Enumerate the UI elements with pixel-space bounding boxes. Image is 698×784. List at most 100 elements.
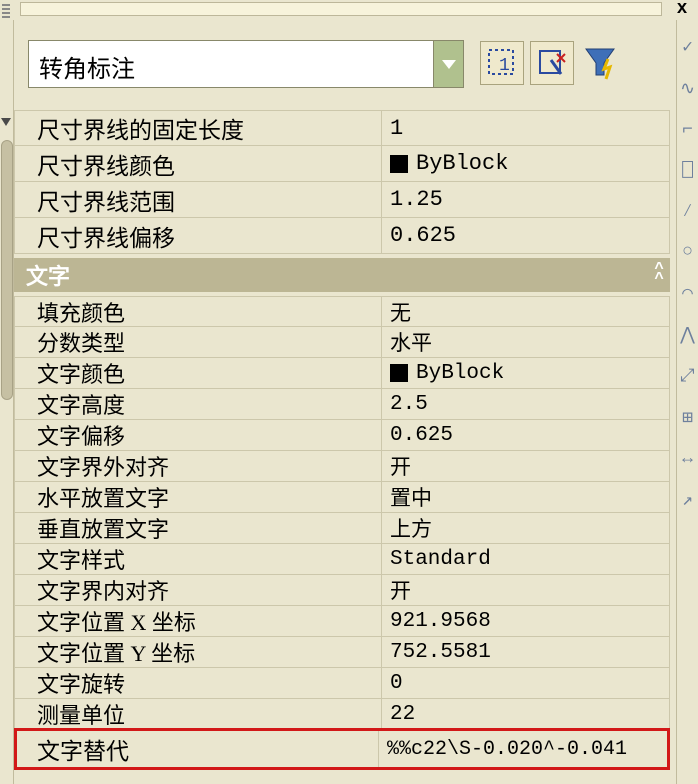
prop-label: 文字偏移: [14, 420, 382, 451]
table-row[interactable]: 尺寸界线的固定长度 1: [14, 110, 670, 146]
right-toolbar-peek: ✓ ∿ ⌐ ⎕ ∕ ○ ⌒ ⋀ ⤢ ⊞ ↔ ↗: [676, 20, 698, 784]
peek-icon: ⌐: [682, 120, 693, 140]
prop-label: 填充颜色: [14, 296, 382, 327]
color-swatch-icon: [390, 364, 408, 382]
prop-value[interactable]: 921.9568: [382, 606, 670, 637]
cursor-x-icon: [535, 46, 569, 80]
prop-label: 垂直放置文字: [14, 513, 382, 544]
table-row[interactable]: 文字偏移0.625: [14, 420, 670, 451]
table-row[interactable]: 尺寸界线颜色 ByBlock: [14, 146, 670, 182]
prop-value[interactable]: 0.625: [382, 218, 670, 254]
object-type-dropdown[interactable]: 转角标注: [28, 40, 464, 88]
selection-1-icon: 1: [485, 46, 519, 80]
peek-icon: ⎕: [682, 160, 693, 182]
prop-value-text: ByBlock: [416, 151, 508, 176]
table-row[interactable]: 尺寸界线范围 1.25: [14, 182, 670, 218]
prop-label: 文字高度: [14, 389, 382, 420]
prop-value[interactable]: 1: [382, 110, 670, 146]
peek-icon: ⤢: [680, 366, 694, 387]
table-row[interactable]: 文字界内对齐开: [14, 575, 670, 606]
title-inset: [20, 2, 662, 16]
prop-value[interactable]: 上方: [382, 513, 670, 544]
category-title: 文字: [26, 259, 70, 291]
text-group: 填充颜色无分数类型水平文字颜色ByBlock文字高度2.5文字偏移0.625文字…: [14, 296, 670, 730]
peek-icon: ∿: [680, 78, 695, 100]
prop-value[interactable]: ByBlock: [382, 146, 670, 182]
pick-button[interactable]: [530, 41, 574, 85]
prop-value[interactable]: 2.5: [382, 389, 670, 420]
prop-value[interactable]: 无: [382, 296, 670, 327]
highlighted-row-wrap: 文字替代 %%c22\S-0.020^-0.041: [14, 728, 670, 770]
prop-label: 文字样式: [14, 544, 382, 575]
prop-label: 尺寸界线颜色: [14, 146, 382, 182]
prop-label: 文字界内对齐: [14, 575, 382, 606]
prop-value[interactable]: 0: [382, 668, 670, 699]
prop-label: 尺寸界线范围: [14, 182, 382, 218]
text-group-header[interactable]: 文字 ^^: [14, 258, 670, 292]
prop-label: 水平放置文字: [14, 482, 382, 513]
prop-label: 文字替代: [17, 731, 379, 767]
table-row[interactable]: 分数类型水平: [14, 327, 670, 358]
funnel-lightning-icon: [582, 43, 622, 83]
prop-value[interactable]: ByBlock: [382, 358, 670, 389]
prop-label: 分数类型: [14, 327, 382, 358]
text-override-row[interactable]: 文字替代 %%c22\S-0.020^-0.041: [14, 728, 670, 770]
prop-value-text: ByBlock: [416, 362, 504, 385]
quick-select-button[interactable]: 1: [480, 41, 524, 85]
prop-value[interactable]: 水平: [382, 327, 670, 358]
svg-text:1: 1: [499, 56, 510, 76]
grip-handle[interactable]: [2, 2, 10, 18]
prop-label: 文字颜色: [14, 358, 382, 389]
panel-titlebar: x: [0, 0, 698, 20]
scroll-thumb[interactable]: [1, 140, 13, 400]
dropdown-text: 转角标注: [39, 49, 135, 84]
dropdown-arrow-button[interactable]: [433, 41, 463, 87]
prop-value[interactable]: Standard: [382, 544, 670, 575]
prop-value[interactable]: 1.25: [382, 182, 670, 218]
prop-label: 尺寸界线的固定长度: [14, 110, 382, 146]
prop-label: 文字旋转: [14, 668, 382, 699]
chevron-down-icon: [442, 60, 456, 69]
prop-value[interactable]: 置中: [382, 482, 670, 513]
peek-icon: ⌒: [682, 282, 693, 304]
scroll-up-arrow-icon[interactable]: [1, 118, 11, 126]
prop-value[interactable]: 0.625: [382, 420, 670, 451]
prop-value[interactable]: 开: [382, 451, 670, 482]
color-swatch-icon: [390, 155, 408, 173]
peek-icon: ⋀: [680, 324, 695, 346]
table-row[interactable]: 填充颜色无: [14, 296, 670, 327]
dimension-line-group: 尺寸界线的固定长度 1 尺寸界线颜色 ByBlock 尺寸界线范围 1.25 尺…: [14, 110, 670, 254]
table-row[interactable]: 水平放置文字置中: [14, 482, 670, 513]
table-row[interactable]: 文字高度2.5: [14, 389, 670, 420]
table-row[interactable]: 文字界外对齐开: [14, 451, 670, 482]
table-row[interactable]: 文字旋转0: [14, 668, 670, 699]
table-row[interactable]: 测量单位22: [14, 699, 670, 730]
table-row[interactable]: 尺寸界线偏移 0.625: [14, 218, 670, 254]
filter-button[interactable]: [580, 41, 624, 85]
peek-icon: ∕: [682, 202, 693, 222]
prop-value[interactable]: 22: [382, 699, 670, 730]
prop-label: 文字位置 Y 坐标: [14, 637, 382, 668]
prop-label: 文字位置 X 坐标: [14, 606, 382, 637]
prop-label: 文字界外对齐: [14, 451, 382, 482]
prop-value[interactable]: %%c22\S-0.020^-0.041: [379, 731, 667, 767]
left-scroll-gutter: [0, 20, 14, 784]
prop-label: 尺寸界线偏移: [14, 218, 382, 254]
table-row[interactable]: 垂直放置文字上方: [14, 513, 670, 544]
table-row[interactable]: 文字颜色 ByBlock: [14, 358, 670, 389]
table-row[interactable]: 文字位置 X 坐标921.9568: [14, 606, 670, 637]
selection-toolbar: 转角标注 1: [28, 40, 670, 96]
peek-icon: ○: [682, 242, 693, 262]
table-row[interactable]: 文字样式Standard: [14, 544, 670, 575]
collapse-chevron-icon[interactable]: ^^: [654, 264, 660, 284]
prop-value[interactable]: 752.5581: [382, 637, 670, 668]
prop-value[interactable]: 开: [382, 575, 670, 606]
close-icon[interactable]: x: [670, 0, 694, 20]
peek-icon: ✓: [682, 36, 693, 58]
peek-icon: ↔: [682, 449, 693, 469]
table-row[interactable]: 文字位置 Y 坐标752.5581: [14, 637, 670, 668]
peek-icon: ⊞: [682, 407, 693, 429]
prop-label: 测量单位: [14, 699, 382, 730]
properties-panel: 尺寸界线的固定长度 1 尺寸界线颜色 ByBlock 尺寸界线范围 1.25 尺…: [14, 110, 670, 782]
peek-icon: ↗: [682, 489, 693, 511]
